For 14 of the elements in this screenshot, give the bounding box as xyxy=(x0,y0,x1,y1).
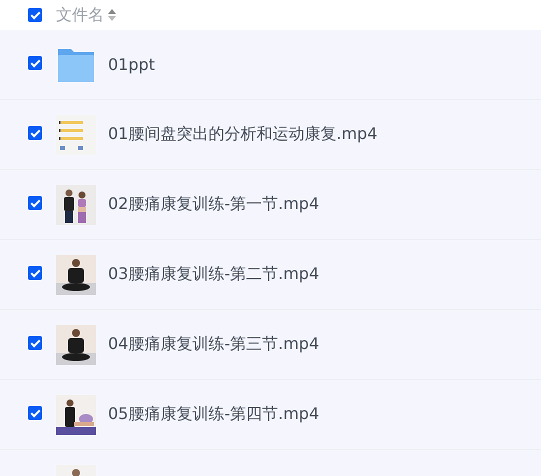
file-name[interactable]: 01腰间盘突出的分析和运动康复.mp4 xyxy=(108,124,378,145)
select-all-checkbox[interactable] xyxy=(28,8,42,22)
file-name[interactable]: 05腰痛康复训练-第四节.mp4 xyxy=(108,404,320,425)
row-checkbox[interactable] xyxy=(28,266,42,280)
file-name[interactable]: 03腰痛康复训练-第二节.mp4 xyxy=(108,264,320,285)
row-checkbox[interactable] xyxy=(28,336,42,350)
file-name[interactable]: 04腰痛康复训练-第三节.mp4 xyxy=(108,334,320,355)
file-name[interactable]: 02腰痛康复训练-第一节.mp4 xyxy=(108,194,320,215)
file-name[interactable]: 01ppt xyxy=(108,55,155,74)
row-checkbox[interactable] xyxy=(28,126,42,140)
row-checkbox[interactable] xyxy=(28,406,42,420)
row-checkbox[interactable] xyxy=(28,56,42,70)
row-checkbox[interactable] xyxy=(28,196,42,210)
sort-icon[interactable] xyxy=(108,9,116,21)
